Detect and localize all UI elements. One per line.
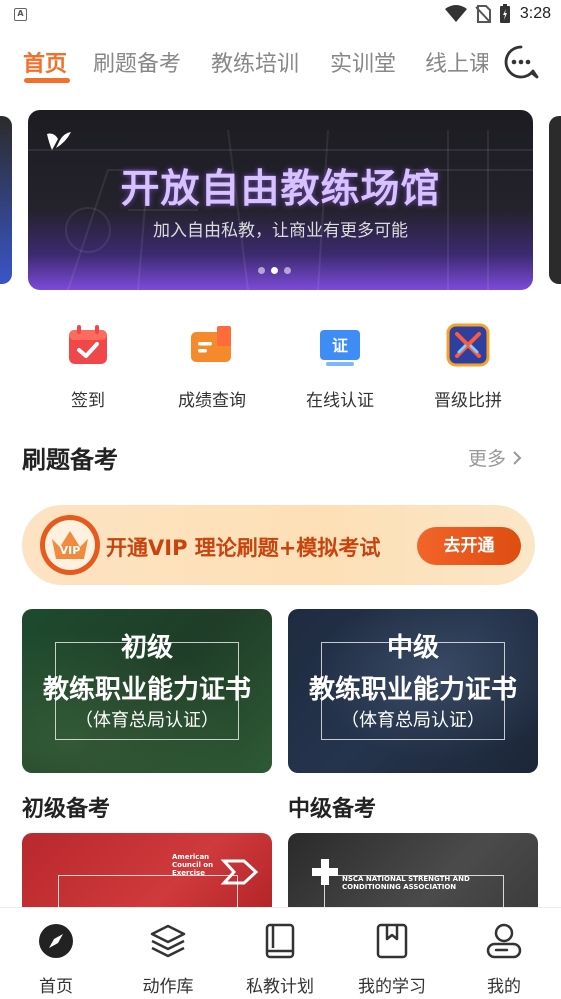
quick-action-label: 在线认证: [306, 391, 374, 411]
pagination-dot-active: [271, 267, 278, 274]
more-label: 更多: [468, 448, 507, 470]
quick-action-label: 签到: [71, 391, 105, 411]
no-sim-icon: [475, 5, 491, 23]
junior-prep-title: 初级备考: [22, 797, 111, 822]
nav-home[interactable]: 首页: [6, 922, 106, 997]
pagination-dot: [284, 267, 291, 274]
tab-coach-training[interactable]: 教练培训: [211, 46, 299, 78]
nsca-logo: NSCA NATIONAL STRENGTH AND CONDITIONING …: [342, 875, 470, 891]
top-tab-bar: 首页 刷题备考 教练培训 实训堂 线上课: [0, 38, 561, 90]
status-bar: A 3:28: [0, 0, 561, 32]
bookmark-icon: [376, 923, 408, 959]
status-icons: [445, 4, 511, 24]
brand-logo-icon: [47, 132, 71, 150]
nav-profile[interactable]: 我的: [454, 922, 554, 997]
active-tab-indicator: [24, 78, 70, 83]
battle-icon: [446, 323, 490, 367]
cert-name: 教练职业能力证书: [308, 675, 517, 705]
tab-practice-hall[interactable]: 实训堂: [330, 46, 396, 78]
certificate-icon: 证: [320, 330, 360, 366]
open-vip-button[interactable]: 去开通: [417, 527, 521, 565]
nav-label: 首页: [39, 977, 73, 997]
banner-pagination: [258, 267, 291, 274]
nav-label: 私教计划: [246, 977, 314, 997]
cert-card-intermediate[interactable]: 中级 教练职业能力证书 （体育总局认证）: [288, 609, 538, 773]
battery-charging-icon: [500, 4, 510, 23]
nav-label: 我的: [487, 977, 521, 997]
nsca-logo-icon: [312, 859, 338, 885]
tab-online-course[interactable]: 线上课: [425, 46, 488, 78]
tab-home[interactable]: 首页: [23, 46, 67, 78]
app-notification-icon: A: [14, 8, 27, 21]
quick-action-label: 成绩查询: [178, 391, 246, 411]
quick-action-label: 晋级比拼: [434, 391, 502, 411]
more-link[interactable]: 更多: [468, 444, 522, 471]
promo-banner[interactable]: 开放自由教练场馆 加入自由私教，让商业有更多可能: [28, 110, 533, 290]
book-icon: [265, 923, 295, 959]
ace-arrow-icon: [220, 859, 259, 885]
tab-question-practice[interactable]: 刷题备考: [93, 46, 181, 78]
wifi-icon: [445, 5, 467, 22]
layers-icon: [150, 924, 186, 958]
user-icon: [486, 923, 522, 959]
quick-action-checkin[interactable]: 签到: [33, 322, 143, 411]
chat-bubble-icon[interactable]: [503, 44, 539, 80]
banner-subtitle: 加入自由私教，让商业有更多可能: [153, 221, 408, 241]
cert-level: 中级: [386, 633, 439, 663]
quick-action-online-cert[interactable]: 证 在线认证: [285, 322, 395, 411]
vip-badge-text: VIP: [60, 544, 81, 557]
cert-note: （体育总局认证）: [341, 710, 485, 731]
nav-label: 动作库: [142, 977, 194, 997]
cert-note: （体育总局认证）: [75, 710, 219, 731]
clock: 3:28: [519, 5, 551, 22]
nav-my-learning[interactable]: 我的学习: [342, 922, 442, 997]
vip-promo-bar[interactable]: VIP 开通VIP 理论刷题+模拟考试 去开通: [22, 505, 535, 585]
score-card-icon: [191, 326, 231, 362]
banner-prev-peek[interactable]: [0, 116, 12, 284]
nav-label: 我的学习: [358, 977, 426, 997]
intermediate-prep-title: 中级备考: [288, 797, 377, 822]
vip-promo-text: 开通VIP 理论刷题+模拟考试: [106, 536, 381, 560]
certificate-icon-text: 证: [332, 336, 348, 355]
calendar-check-icon: [69, 325, 107, 364]
vip-crown-icon: VIP: [40, 515, 100, 575]
nav-exercise-library[interactable]: 动作库: [118, 922, 218, 997]
app-screen: A 3:28 首页 刷题备考 教练培训 实训堂 线上课 开放自由教练场馆 加入自…: [0, 0, 561, 999]
cert-name: 教练职业能力证书: [42, 675, 251, 705]
nav-training-plan[interactable]: 私教计划: [230, 922, 330, 997]
quick-action-score-query[interactable]: 成绩查询: [157, 322, 267, 411]
banner-title: 开放自由教练场馆: [120, 167, 441, 212]
section-title: 刷题备考: [22, 446, 118, 474]
cert-card-junior[interactable]: 初级 教练职业能力证书 （体育总局认证）: [22, 609, 272, 773]
quick-action-promotion-battle[interactable]: 晋级比拼: [413, 322, 523, 411]
bottom-nav: 首页 动作库 私教计划 我的学习 我的: [0, 907, 561, 999]
banner-next-peek[interactable]: [549, 116, 561, 284]
pagination-dot: [258, 267, 265, 274]
chevron-right-icon: [513, 450, 522, 465]
compass-icon: [39, 924, 73, 958]
cert-level: 初级: [120, 633, 173, 663]
